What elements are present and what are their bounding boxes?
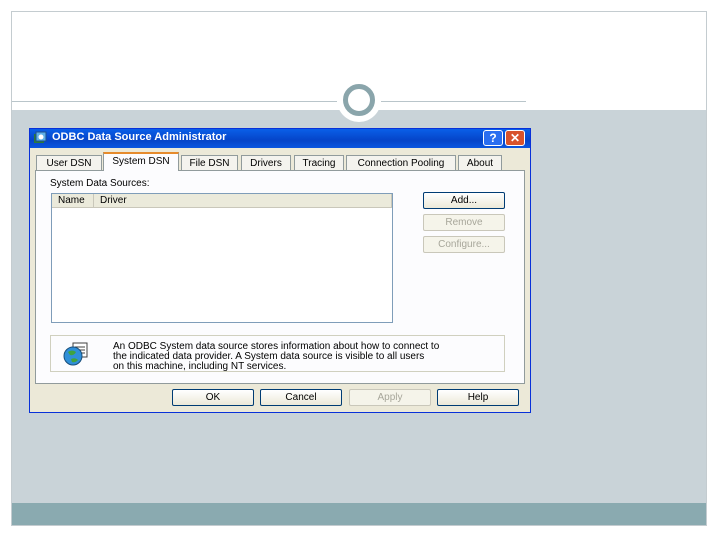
odbc-app-icon (34, 131, 47, 143)
configure-button[interactable]: Configure... (423, 236, 505, 253)
system-data-sources-label: System Data Sources: (50, 178, 150, 189)
info-box: An ODBC System data source stores inform… (50, 335, 505, 372)
add-button[interactable]: Add... (423, 192, 505, 209)
title-close-button[interactable]: ✕ (505, 130, 525, 146)
tab-drivers[interactable]: Drivers (241, 155, 291, 170)
slide-ring-ornament (337, 78, 381, 122)
tab-system-dsn[interactable]: System DSN (103, 152, 179, 171)
ok-button[interactable]: OK (172, 389, 254, 406)
cancel-button[interactable]: Cancel (260, 389, 342, 406)
apply-button[interactable]: Apply (349, 389, 431, 406)
title-bar[interactable]: ODBC Data Source Administrator ? ✕ (30, 129, 530, 148)
header-divider-left (12, 101, 337, 102)
column-header-name[interactable]: Name (52, 194, 94, 208)
tab-file-dsn[interactable]: File DSN (181, 155, 238, 170)
tab-connection-pooling[interactable]: Connection Pooling (346, 155, 456, 170)
slide-footer-band (12, 503, 706, 525)
tab-about[interactable]: About (458, 155, 502, 170)
odbc-dialog-window: ODBC Data Source Administrator ? ✕ User … (29, 128, 531, 413)
data-sources-list[interactable]: Name Driver (51, 193, 393, 323)
title-help-button[interactable]: ? (483, 130, 503, 146)
tab-user-dsn[interactable]: User DSN (36, 155, 102, 170)
help-button[interactable]: Help (437, 389, 519, 406)
window-title: ODBC Data Source Administrator (52, 131, 227, 143)
globe-database-icon (63, 342, 88, 366)
remove-button[interactable]: Remove (423, 214, 505, 231)
column-header-driver[interactable]: Driver (94, 194, 392, 208)
info-text-line: on this machine, including NT services. (113, 361, 287, 372)
header-divider-right (381, 101, 526, 102)
tab-tracing[interactable]: Tracing (294, 155, 344, 170)
